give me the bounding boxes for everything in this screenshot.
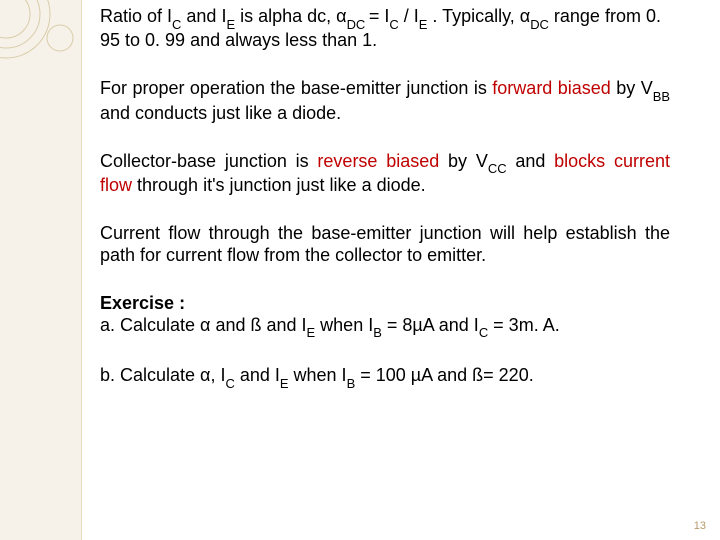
- exercise-b: b. Calculate α, IC and IE when IB = 100 …: [100, 365, 670, 389]
- side-decoration: [0, 0, 82, 540]
- exercise-title: Exercise :: [100, 293, 185, 313]
- content-area: Ratio of IC and IE is alpha dc, αDC = IC…: [100, 6, 670, 416]
- slide: Ratio of IC and IE is alpha dc, αDC = IC…: [0, 0, 720, 540]
- paragraph-reverse-bias: Collector-base junction is reverse biase…: [100, 151, 670, 197]
- reverse-biased-text: reverse biased: [317, 151, 439, 171]
- exercise-a: Exercise : a. Calculate α and ß and IE w…: [100, 293, 670, 339]
- paragraph-alpha: Ratio of IC and IE is alpha dc, αDC = IC…: [100, 6, 670, 52]
- paragraph-current-flow: Current flow through the base-emitter ju…: [100, 223, 670, 267]
- paragraph-forward-bias: For proper operation the base-emitter ju…: [100, 78, 670, 124]
- forward-biased-text: forward biased: [492, 78, 611, 98]
- page-number: 13: [694, 520, 706, 532]
